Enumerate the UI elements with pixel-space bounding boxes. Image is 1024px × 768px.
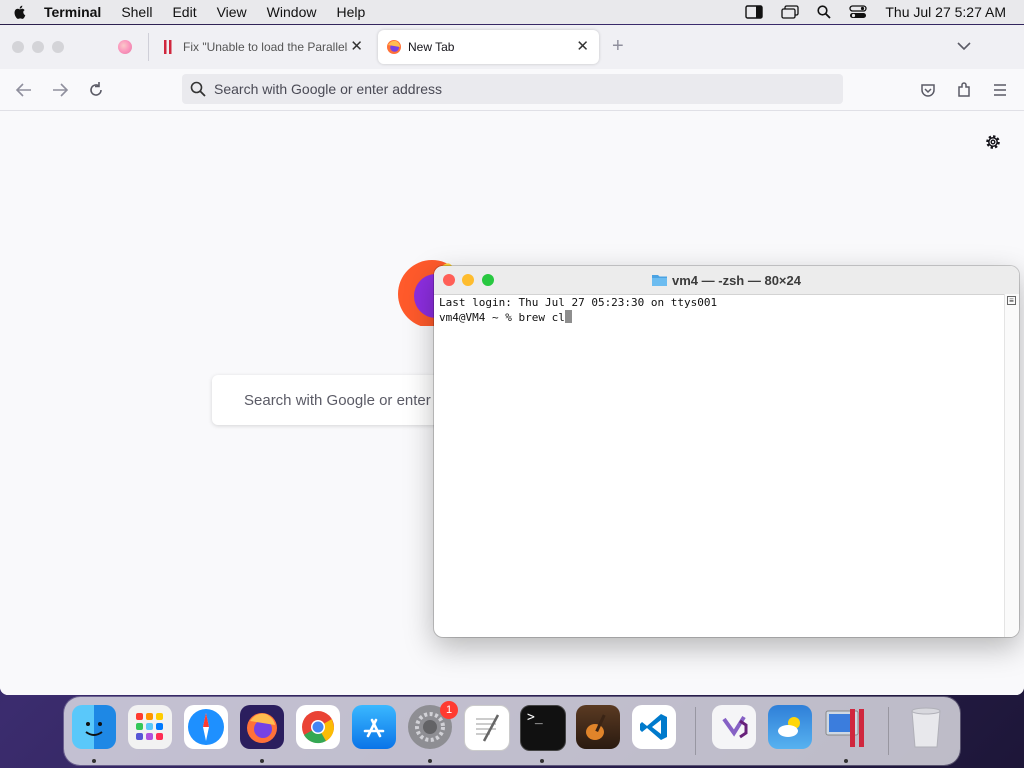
menu-shell[interactable]: Shell: [121, 4, 152, 20]
weather-icon[interactable]: [768, 705, 812, 749]
terminal-output[interactable]: Last login: Thu Jul 27 05:23:30 on ttys0…: [439, 296, 1004, 632]
terminal-dock-icon[interactable]: >_: [520, 705, 566, 751]
firefox-icon: [387, 40, 401, 54]
menu-help[interactable]: Help: [336, 4, 365, 20]
menu-app-terminal[interactable]: Terminal: [44, 4, 101, 20]
address-placeholder: Search with Google or enter address: [214, 81, 443, 97]
gear-icon[interactable]: [984, 133, 1002, 151]
tab-divider: [148, 33, 149, 61]
tab-parallels-fix[interactable]: Fix "Unable to load the Parallels ✕: [155, 30, 373, 64]
hamburger-menu-icon[interactable]: [991, 81, 1009, 99]
tab-label: New Tab: [408, 40, 455, 54]
chrome-icon[interactable]: [296, 705, 340, 749]
running-indicator: [260, 759, 264, 763]
window-zoom-button-inactive[interactable]: [52, 41, 64, 53]
screen-mirror-icon[interactable]: [781, 5, 800, 19]
list-all-tabs-chevron-icon[interactable]: [957, 41, 971, 51]
menu-edit[interactable]: Edit: [172, 4, 196, 20]
close-button[interactable]: [443, 274, 455, 286]
back-arrow-icon[interactable]: [15, 81, 33, 99]
split-pane-icon[interactable]: ≡: [1007, 296, 1016, 305]
window-minimize-button-inactive[interactable]: [32, 41, 44, 53]
textedit-icon[interactable]: [464, 705, 510, 751]
page-search-box[interactable]: Search with Google or enter address: [212, 375, 472, 425]
parallels-desktop-icon[interactable]: [824, 705, 868, 749]
system-settings-icon[interactable]: 1: [408, 701, 458, 749]
vscode-icon[interactable]: [632, 705, 676, 749]
search-icon: [190, 81, 206, 97]
close-tab-icon[interactable]: ✕: [576, 37, 589, 55]
window-close-button-inactive[interactable]: [12, 41, 24, 53]
running-indicator: [844, 759, 848, 763]
menu-bar: Terminal Shell Edit View Window Help Thu…: [0, 0, 1024, 24]
app-store-icon[interactable]: [352, 705, 396, 749]
running-indicator: [92, 759, 96, 763]
terminal-window[interactable]: vm4 — -zsh — 80×24 Last login: Thu Jul 2…: [434, 266, 1019, 637]
text-cursor: [564, 310, 572, 323]
tab-new-tab[interactable]: New Tab ✕: [378, 30, 599, 64]
sidebar-icon[interactable]: [745, 5, 764, 19]
forward-arrow-icon[interactable]: [51, 81, 69, 99]
dock-separator: [888, 707, 889, 755]
dock: 1 >_: [64, 697, 960, 765]
reload-icon[interactable]: [87, 81, 105, 99]
apple-menu-icon[interactable]: [12, 4, 28, 20]
running-indicator: [540, 759, 544, 763]
garageband-icon[interactable]: [576, 705, 620, 749]
notification-badge: 1: [440, 701, 458, 719]
folder-icon: [652, 275, 667, 286]
terminal-prompt-line: vm4@VM4 ~ % brew cl: [439, 311, 565, 324]
launchpad-icon[interactable]: [128, 705, 172, 749]
minimize-button[interactable]: [462, 274, 474, 286]
tab-bar: Fix "Unable to load the Parallels ✕ New …: [0, 25, 1024, 69]
terminal-title-bar[interactable]: vm4 — -zsh — 80×24: [434, 266, 1019, 295]
address-bar[interactable]: Search with Google or enter address: [182, 74, 843, 104]
nav-bar: Search with Google or enter address: [0, 69, 1024, 111]
search-icon[interactable]: [817, 5, 831, 19]
finder-icon[interactable]: [72, 705, 116, 749]
parallels-icon: [164, 40, 172, 54]
menu-clock[interactable]: Thu Jul 27 5:27 AM: [885, 4, 1006, 20]
terminal-line: Last login: Thu Jul 27 05:23:30 on ttys0…: [439, 296, 718, 309]
new-tab-plus-icon[interactable]: +: [612, 35, 624, 58]
zoom-button[interactable]: [482, 274, 494, 286]
running-indicator: [428, 759, 432, 763]
menu-view[interactable]: View: [217, 4, 247, 20]
extensions-icon[interactable]: [955, 81, 973, 99]
tab-label: Fix "Unable to load the Parallels: [183, 40, 348, 54]
pinned-tab-icon[interactable]: [118, 40, 132, 54]
dock-separator: [695, 707, 696, 755]
pocket-icon[interactable]: [919, 81, 937, 99]
firefox-dock-icon[interactable]: [240, 705, 284, 749]
menu-window[interactable]: Window: [267, 4, 317, 20]
terminal-title: vm4 — -zsh — 80×24: [672, 272, 801, 288]
trash-icon[interactable]: [904, 705, 948, 749]
close-tab-icon[interactable]: ✕: [350, 37, 363, 55]
control-center-icon[interactable]: [849, 5, 868, 19]
visual-studio-icon[interactable]: [712, 705, 756, 749]
terminal-scrollbar[interactable]: ≡: [1004, 294, 1019, 637]
safari-icon[interactable]: [184, 705, 228, 749]
